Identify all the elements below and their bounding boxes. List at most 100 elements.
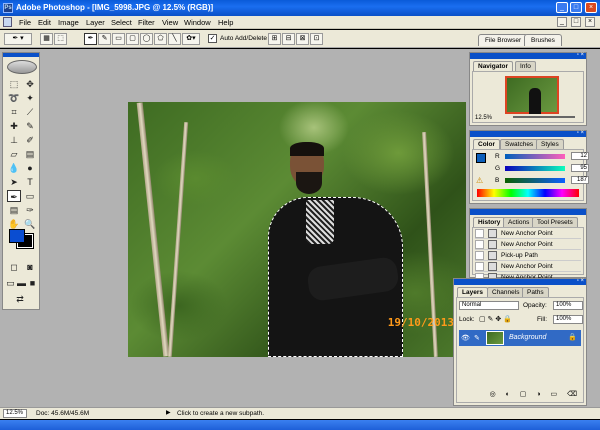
lock-options-icon[interactable]: ▢ ✎ ✥ 🔒: [479, 315, 512, 323]
document-canvas[interactable]: 19/10/2013: [128, 102, 466, 357]
layers-footer-icons[interactable]: ◎ ◐ ▢ ◑ ▭ ⌫: [459, 390, 581, 400]
slice-tool-icon[interactable]: ⟋: [23, 106, 37, 118]
layer-name[interactable]: Background: [509, 334, 546, 341]
eyedropper-icon[interactable]: ✑: [23, 204, 37, 216]
doc-minimize-button[interactable]: _: [557, 17, 567, 27]
jump-to-imageready-icon[interactable]: ⇄: [13, 293, 27, 305]
color-spectrum-ramp[interactable]: [477, 189, 579, 197]
menu-file[interactable]: File: [19, 18, 31, 27]
navigator-zoom-slider[interactable]: [513, 116, 575, 118]
move-tool-icon[interactable]: ✥: [23, 78, 37, 90]
doc-close-button[interactable]: ×: [585, 17, 595, 27]
tab-tool-presets[interactable]: Tool Presets: [532, 217, 578, 227]
custom-shape-icon[interactable]: ✿▾: [182, 33, 200, 45]
eraser-tool-icon[interactable]: ▱: [7, 148, 21, 160]
panel-grip[interactable]: [454, 279, 586, 285]
tab-navigator[interactable]: Navigator: [473, 61, 513, 71]
standard-mode-icon[interactable]: ◻: [7, 261, 21, 273]
menu-image[interactable]: Image: [58, 18, 79, 27]
list-item[interactable]: Pick-up Path: [475, 250, 581, 261]
screen-mode-full-icon[interactable]: ■: [27, 277, 38, 289]
menu-layer[interactable]: Layer: [86, 18, 105, 27]
b-slider[interactable]: [505, 178, 565, 183]
pen-tool-icon[interactable]: ✒: [7, 190, 21, 202]
fill-field[interactable]: 100%: [553, 315, 583, 324]
shape-tool-icon[interactable]: ▭: [23, 190, 37, 202]
panel-close-icon[interactable]: ▫ ×: [577, 52, 584, 58]
g-value-field[interactable]: 95: [571, 164, 589, 172]
menu-select[interactable]: Select: [111, 18, 132, 27]
feather-logo[interactable]: [7, 60, 37, 74]
panel-close-icon[interactable]: ▫ ×: [577, 130, 584, 136]
b-value-field[interactable]: 187: [571, 176, 589, 184]
quick-mask-icon[interactable]: ◙: [23, 261, 37, 273]
type-tool-icon[interactable]: T: [23, 176, 37, 188]
eye-icon[interactable]: 👁: [461, 334, 470, 342]
intersect-path-icon[interactable]: ⊠: [296, 33, 309, 45]
brush-tool-icon[interactable]: ✎: [23, 120, 37, 132]
maximize-button[interactable]: □: [570, 2, 582, 13]
opacity-field[interactable]: 100%: [553, 301, 583, 310]
clone-stamp-icon[interactable]: ⊥: [7, 134, 21, 146]
paths-icon[interactable]: ⬚: [54, 33, 67, 45]
r-slider[interactable]: [505, 154, 565, 159]
panel-grip[interactable]: [470, 53, 586, 59]
r-value-field[interactable]: 12: [571, 152, 589, 160]
dodge-tool-icon[interactable]: ●: [23, 162, 37, 174]
g-slider[interactable]: [505, 166, 565, 171]
freeform-pen-icon[interactable]: ✎: [98, 33, 111, 45]
crop-tool-icon[interactable]: ⌗: [7, 106, 21, 118]
line-icon[interactable]: ╲: [168, 33, 181, 45]
doc-restore-button[interactable]: □: [571, 17, 581, 27]
tab-styles[interactable]: Styles: [536, 139, 564, 149]
gradient-tool-icon[interactable]: ▤: [23, 148, 37, 160]
color-foreground-swatch[interactable]: [476, 153, 486, 163]
history-brush-icon[interactable]: ✐: [23, 134, 37, 146]
lasso-tool-icon[interactable]: ➰: [7, 92, 21, 104]
close-button[interactable]: ×: [585, 2, 597, 13]
minimize-button[interactable]: _: [556, 2, 568, 13]
menu-view[interactable]: View: [162, 18, 178, 27]
polygon-icon[interactable]: ⬠: [154, 33, 167, 45]
panel-close-icon[interactable]: ▫ ×: [577, 278, 584, 284]
menu-filter[interactable]: Filter: [138, 18, 155, 27]
marquee-tool-icon[interactable]: ⬚: [7, 78, 21, 90]
doc-size-info[interactable]: Doc: 45.6M/45.6M: [36, 410, 89, 417]
tab-layers[interactable]: Layers: [457, 287, 488, 297]
subtract-path-icon[interactable]: ⊟: [282, 33, 295, 45]
document-icon[interactable]: [3, 17, 12, 27]
notes-tool-icon[interactable]: ▤: [7, 204, 21, 216]
history-source-checkbox[interactable]: [475, 251, 484, 260]
healing-brush-icon[interactable]: ✚: [7, 120, 21, 132]
list-item[interactable]: New Anchor Point: [475, 261, 581, 272]
tab-history[interactable]: History: [473, 217, 506, 227]
tool-preset-picker[interactable]: ✒ ▾: [4, 33, 32, 45]
history-source-checkbox[interactable]: [475, 229, 484, 238]
foreground-color-swatch[interactable]: [9, 229, 25, 243]
navigator-zoom[interactable]: 12.5%: [475, 115, 492, 121]
panel-grip[interactable]: [470, 131, 586, 137]
toolbox-grip[interactable]: [3, 53, 39, 57]
rounded-rectangle-icon[interactable]: ▢: [126, 33, 139, 45]
menu-edit[interactable]: Edit: [38, 18, 51, 27]
menu-help[interactable]: Help: [218, 18, 233, 27]
list-item[interactable]: New Anchor Point: [475, 239, 581, 250]
blend-mode-select[interactable]: Normal: [459, 301, 519, 310]
tab-actions[interactable]: Actions: [503, 217, 535, 227]
panel-grip[interactable]: [470, 209, 586, 215]
auto-add-delete-checkbox[interactable]: ✓: [208, 34, 217, 43]
navigator-thumbnail[interactable]: [505, 76, 559, 114]
screen-mode-standard-icon[interactable]: ▭: [5, 277, 16, 289]
tab-swatches[interactable]: Swatches: [500, 139, 539, 149]
status-menu-arrow-icon[interactable]: ▶: [166, 409, 171, 416]
tab-info[interactable]: Info: [515, 61, 536, 71]
shape-layers-icon[interactable]: ▦: [40, 33, 53, 45]
zoom-tool-icon[interactable]: 🔍: [23, 218, 37, 230]
tab-channels[interactable]: Channels: [487, 287, 525, 297]
exclude-path-icon[interactable]: ⊡: [310, 33, 323, 45]
tab-brushes[interactable]: Brushes: [524, 34, 562, 46]
tab-file-browser[interactable]: File Browser: [478, 34, 529, 46]
gamut-warning-icon[interactable]: ⚠: [476, 176, 483, 185]
history-source-checkbox[interactable]: [475, 240, 484, 249]
history-source-checkbox[interactable]: [475, 262, 484, 271]
